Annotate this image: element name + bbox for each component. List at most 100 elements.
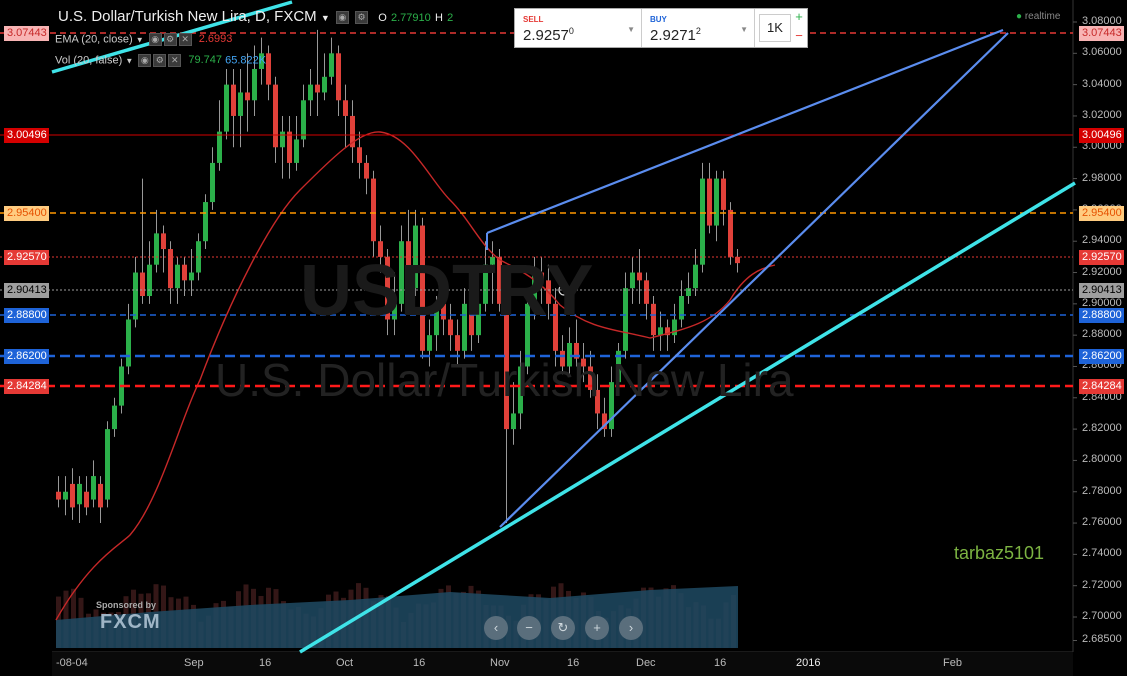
- candle-down: [644, 280, 649, 304]
- candle-down: [168, 249, 173, 289]
- chevron-down-icon[interactable]: ▼: [136, 35, 144, 44]
- eye-icon[interactable]: ◉: [335, 10, 349, 24]
- candle-down: [364, 162, 369, 179]
- author-signature: tarbaz5101: [954, 543, 1045, 563]
- ohlc-high-value: 2: [447, 12, 454, 24]
- y-tick-label: 2.80000: [1082, 453, 1122, 466]
- sell-button[interactable]: SELL 2.92570 ▼: [515, 9, 642, 47]
- candle-down: [98, 483, 103, 508]
- volume-value: 79.747: [188, 54, 223, 67]
- price-chart[interactable]: [0, 0, 1127, 676]
- eye-icon[interactable]: ◉: [138, 54, 152, 67]
- candle-down: [273, 84, 278, 148]
- zoom-out-button[interactable]: −: [517, 616, 541, 640]
- chevron-down-icon[interactable]: ▼: [125, 56, 133, 65]
- realtime-indicator: ● realtime: [1016, 11, 1061, 22]
- ema-legend[interactable]: EMA (20, close) ▼ ◉ ⚙ ✕ 2.6993: [55, 33, 232, 46]
- level-300496-tag-right: 3.00496: [1079, 128, 1124, 143]
- zoom-in-button[interactable]: +: [585, 616, 609, 640]
- volume-legend[interactable]: Vol (20, false) ▼ ◉ ⚙ ✕ 79.747 65.822K: [55, 54, 266, 67]
- buy-button[interactable]: BUY 2.92712 ▼: [642, 9, 755, 47]
- candle-down: [315, 84, 320, 93]
- x-tick-label: 2016: [796, 657, 821, 669]
- candle-up: [91, 476, 96, 500]
- chevron-down-icon[interactable]: ▼: [627, 25, 635, 34]
- chevron-down-icon[interactable]: ▼: [740, 25, 748, 34]
- y-tick-label: 2.76000: [1082, 516, 1122, 529]
- eye-icon[interactable]: ◉: [148, 33, 162, 46]
- live-dot-icon: ●: [1016, 11, 1023, 22]
- level-284284-tag-left: 2.84284: [4, 379, 49, 394]
- candle-up: [630, 272, 635, 289]
- candle-down: [728, 209, 733, 257]
- candle-up: [693, 264, 698, 289]
- candle-up: [308, 84, 313, 101]
- candle-up: [175, 264, 180, 289]
- candle-up: [105, 429, 110, 500]
- level-290413-tag-left: 2.90413: [4, 283, 49, 298]
- candle-down: [357, 147, 362, 163]
- candle-up: [294, 139, 299, 163]
- gear-icon[interactable]: ⚙: [355, 10, 369, 24]
- level-290413-tag-right: 2.90413: [1079, 283, 1124, 298]
- fxcm-logo[interactable]: FXCM: [100, 611, 161, 634]
- close-icon[interactable]: ✕: [178, 33, 192, 46]
- trade-panel: SELL 2.92570 ▼ BUY 2.92712 ▼ 1K + −: [514, 8, 808, 48]
- candle-down: [707, 178, 712, 226]
- sell-label: SELL: [523, 15, 544, 24]
- y-tick-label: 3.04000: [1082, 77, 1122, 90]
- candle-up: [658, 327, 663, 336]
- decrease-qty-button[interactable]: −: [791, 28, 807, 46]
- candle-up: [427, 335, 432, 351]
- x-tick-label: 16: [413, 657, 426, 669]
- candle-down: [266, 53, 271, 85]
- candle-up: [672, 319, 677, 336]
- sponsor-label: Sponsored by: [96, 600, 157, 610]
- candle-up: [714, 178, 719, 226]
- candle-up: [210, 162, 215, 203]
- level-286200-tag-left: 2.86200: [4, 349, 49, 364]
- level-288800-tag-left: 2.88800: [4, 308, 49, 323]
- candle-down: [336, 53, 341, 101]
- quantity-field[interactable]: 1K: [759, 14, 791, 42]
- chevron-down-icon[interactable]: ▼: [321, 13, 330, 23]
- close-icon[interactable]: ✕: [168, 54, 182, 67]
- level-295400-tag-left: 2.95400: [4, 206, 49, 221]
- candle-down: [161, 233, 166, 250]
- candle-down: [637, 272, 642, 281]
- candle-up: [280, 131, 285, 148]
- ohlc-open-value: 2.77910: [391, 12, 431, 24]
- gear-icon[interactable]: ⚙: [153, 54, 167, 67]
- candle-down: [735, 256, 740, 264]
- candle-down: [140, 272, 145, 297]
- x-tick-label: -08-04: [56, 657, 88, 669]
- candle-down: [651, 303, 656, 336]
- candle-down: [182, 264, 187, 281]
- candle-up: [77, 483, 82, 505]
- candle-down: [231, 84, 236, 116]
- symbol-label: U.S. Dollar/Turkish New Lira, D, FXCM: [58, 8, 317, 25]
- level-295400-tag-right: 2.95400: [1079, 206, 1124, 221]
- candle-up: [686, 288, 691, 297]
- y-tick-label: 2.70000: [1082, 610, 1122, 622]
- y-tick-label: 2.94000: [1082, 234, 1122, 247]
- reset-chart-button[interactable]: ↻: [551, 616, 575, 640]
- scroll-left-button[interactable]: ‹: [484, 616, 508, 640]
- level-292570-tag-left: 2.92570: [4, 250, 49, 265]
- watermark-name: U.S. Dollar/Turkish New Lira: [215, 354, 794, 406]
- level-292570-tag-right: 2.92570: [1079, 250, 1124, 265]
- scroll-right-button[interactable]: ›: [619, 616, 643, 640]
- x-tick-label: 16: [567, 657, 580, 669]
- candle-down: [84, 491, 89, 508]
- candle-up: [126, 319, 131, 367]
- x-tick-label: Nov: [490, 657, 510, 669]
- candle-up: [224, 84, 229, 132]
- sell-price: 2.92570: [523, 26, 574, 44]
- candle-up: [511, 413, 516, 430]
- candle-up: [329, 53, 334, 77]
- increase-qty-button[interactable]: +: [791, 9, 807, 27]
- candle-up: [217, 131, 222, 163]
- symbol-title[interactable]: U.S. Dollar/Turkish New Lira, D, FXCM ▼ …: [58, 8, 453, 25]
- y-tick-label: 2.98000: [1082, 171, 1122, 184]
- gear-icon[interactable]: ⚙: [163, 33, 177, 46]
